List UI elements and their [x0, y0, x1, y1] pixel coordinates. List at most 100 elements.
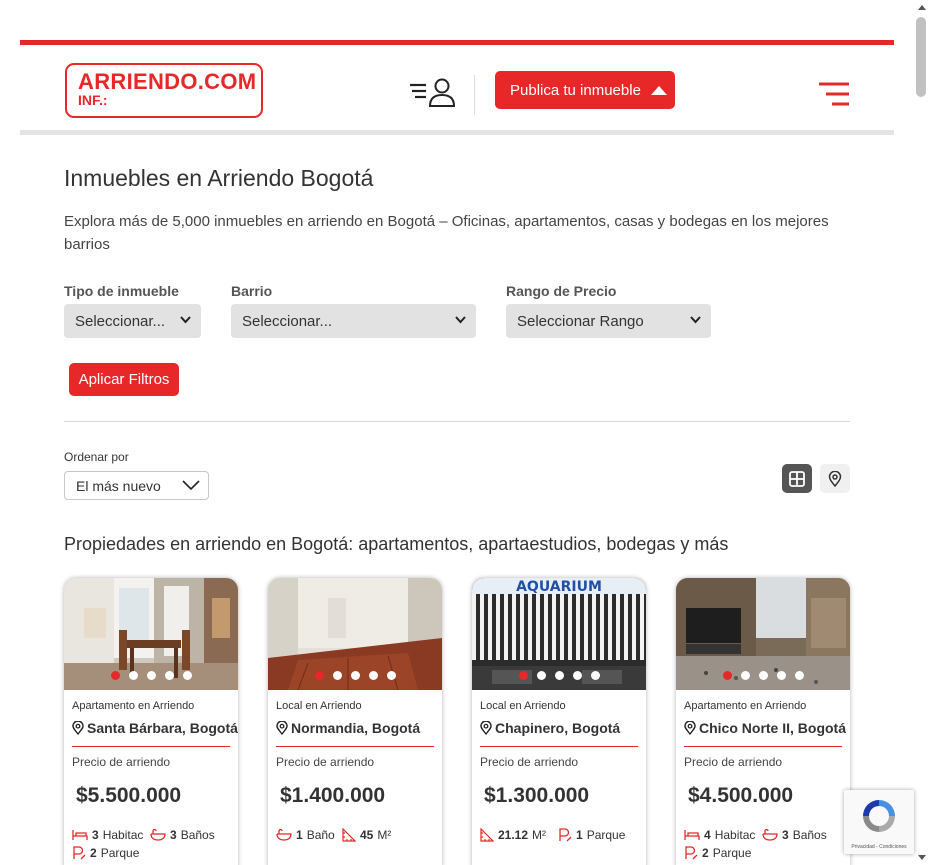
awning-stripe [536, 594, 540, 660]
location-text: Chico Norte II, Bogotá [699, 720, 846, 736]
carousel-dot[interactable] [314, 671, 324, 680]
grid-icon [789, 470, 805, 487]
listing-photo[interactable] [676, 578, 850, 690]
listing-card[interactable]: Apartamento en Arriendo Chico Norte II, … [676, 578, 850, 865]
bath-icon [762, 829, 778, 841]
awning-stripe [600, 594, 604, 660]
price-caption: Precio de arriendo [276, 755, 375, 769]
upload-arrow-icon [650, 86, 667, 95]
carousel-dot[interactable] [794, 671, 804, 680]
site-header: ARRIENDO.COM INF.: Publica tu inmueble [20, 40, 894, 135]
listing-card[interactable]: Apartamento en Arriendo Santa Bárbara, B… [64, 578, 238, 865]
page-scrollbar[interactable] [914, 0, 929, 865]
price-caption: Precio de arriendo [480, 755, 579, 769]
feature-bathrooms: 3 Baños [150, 828, 215, 842]
carousel-dot[interactable] [536, 671, 546, 680]
carousel-dot[interactable] [386, 671, 396, 680]
feature-bedrooms: 3 Habitac [72, 828, 143, 842]
carousel-dot[interactable] [740, 671, 750, 680]
user-menu-icon[interactable] [408, 76, 456, 108]
awning-stripe [632, 594, 636, 660]
awning-stripe [568, 594, 572, 660]
section-title: Propiedades en arriendo en Bogotá: apart… [64, 534, 729, 554]
listing-location[interactable]: Chapinero, Bogotá [480, 720, 620, 736]
page-title: Inmuebles en Arriendo Bogotá [64, 165, 374, 191]
hamburger-menu-icon[interactable] [818, 81, 850, 107]
logo-text: ARRIENDO.COM [78, 69, 257, 94]
header-divider [474, 75, 475, 115]
carousel-dot[interactable] [776, 671, 786, 680]
feature-bedrooms: 4 Habitac [684, 828, 755, 842]
listing-type: Local en Arriendo [480, 700, 566, 712]
parking-icon [559, 828, 572, 842]
site-logo[interactable]: ARRIENDO.COM INF.: [65, 63, 263, 118]
carousel-dot[interactable] [110, 671, 120, 680]
publish-button-label: Publica tu inmueble [510, 81, 641, 99]
carousel-dot[interactable] [164, 671, 174, 680]
storefront-sign-text: AQUARIUM [516, 579, 602, 595]
barrio-value: Seleccionar... [242, 313, 333, 330]
listing-price: $5.500.000 [76, 784, 182, 807]
awning-stripe [512, 594, 516, 660]
awning-stripe [608, 594, 612, 660]
recaptcha-terms[interactable]: Privacidad - Condiciones [844, 844, 914, 850]
listing-card[interactable]: AQUARIUM Local en Arriendo Chapinero, Bo… [472, 578, 646, 865]
photo-carousel-dots [472, 671, 646, 680]
sort-select[interactable]: El más nuevo [64, 471, 209, 500]
carousel-dot[interactable] [518, 671, 528, 680]
chevron-down-icon [455, 316, 466, 324]
carousel-dot[interactable] [368, 671, 378, 680]
filter-type-label: Tipo de inmueble [64, 283, 179, 299]
carousel-dot[interactable] [572, 671, 582, 680]
scroll-up-arrow-icon[interactable] [918, 5, 926, 10]
listing-card[interactable]: Local en Arriendo Normandia, Bogotá Prec… [268, 578, 442, 865]
apply-filters-button[interactable]: Aplicar Filtros [69, 363, 179, 396]
feature-parking: 1 Parque [558, 828, 625, 842]
carousel-dot[interactable] [590, 671, 600, 680]
listing-photo[interactable] [64, 578, 238, 690]
carousel-dot[interactable] [554, 671, 564, 680]
bed-icon [72, 830, 88, 840]
awning-stripe [504, 594, 508, 660]
carousel-dot[interactable] [350, 671, 360, 680]
scrollbar-thumb[interactable] [916, 17, 926, 97]
listing-price: $4.500.000 [688, 784, 794, 807]
bed-icon [684, 830, 700, 840]
recaptcha-badge[interactable]: Privacidad - Condiciones [844, 790, 914, 854]
map-view-button[interactable] [820, 464, 850, 493]
carousel-dot[interactable] [758, 671, 768, 680]
location-pin-icon [480, 721, 492, 735]
bath-icon [276, 829, 292, 841]
carousel-dot[interactable] [146, 671, 156, 680]
carousel-dot[interactable] [128, 671, 138, 680]
awning-stripe [472, 594, 476, 660]
awning-stripe [560, 594, 564, 660]
card-divider [72, 746, 230, 747]
price-range-select[interactable]: Seleccionar Rango [506, 304, 711, 338]
carousel-dot[interactable] [182, 671, 192, 680]
publish-property-button[interactable]: Publica tu inmueble [495, 71, 675, 109]
awning-stripe [528, 594, 532, 660]
awning-stripe [584, 594, 588, 660]
listing-photo[interactable] [268, 578, 442, 691]
listing-location[interactable]: Normandia, Bogotá [276, 720, 420, 736]
listing-type: Local en Arriendo [276, 700, 362, 712]
barrio-select[interactable]: Seleccionar... [231, 304, 476, 338]
listing-location[interactable]: Santa Bárbara, Bogotá [72, 720, 238, 736]
awning-stripe [496, 594, 500, 660]
carousel-dot[interactable] [332, 671, 342, 680]
carousel-dot[interactable] [722, 671, 732, 680]
price-range-value: Seleccionar Rango [517, 313, 644, 330]
grid-view-button[interactable] [782, 464, 812, 493]
location-pin-icon [72, 721, 84, 735]
feature-area: 45 M² [342, 828, 391, 842]
listing-location[interactable]: Chico Norte II, Bogotá [684, 720, 846, 736]
property-type-select[interactable]: Seleccionar... [64, 304, 201, 338]
chevron-down-icon [180, 316, 191, 324]
parking-icon [73, 846, 86, 860]
photo-carousel-dots [64, 671, 238, 680]
chevron-down-icon [690, 316, 701, 324]
scroll-down-arrow-icon[interactable] [918, 855, 926, 860]
listing-photo[interactable]: AQUARIUM [472, 578, 646, 690]
feature-parking: 2 Parque [684, 846, 751, 860]
